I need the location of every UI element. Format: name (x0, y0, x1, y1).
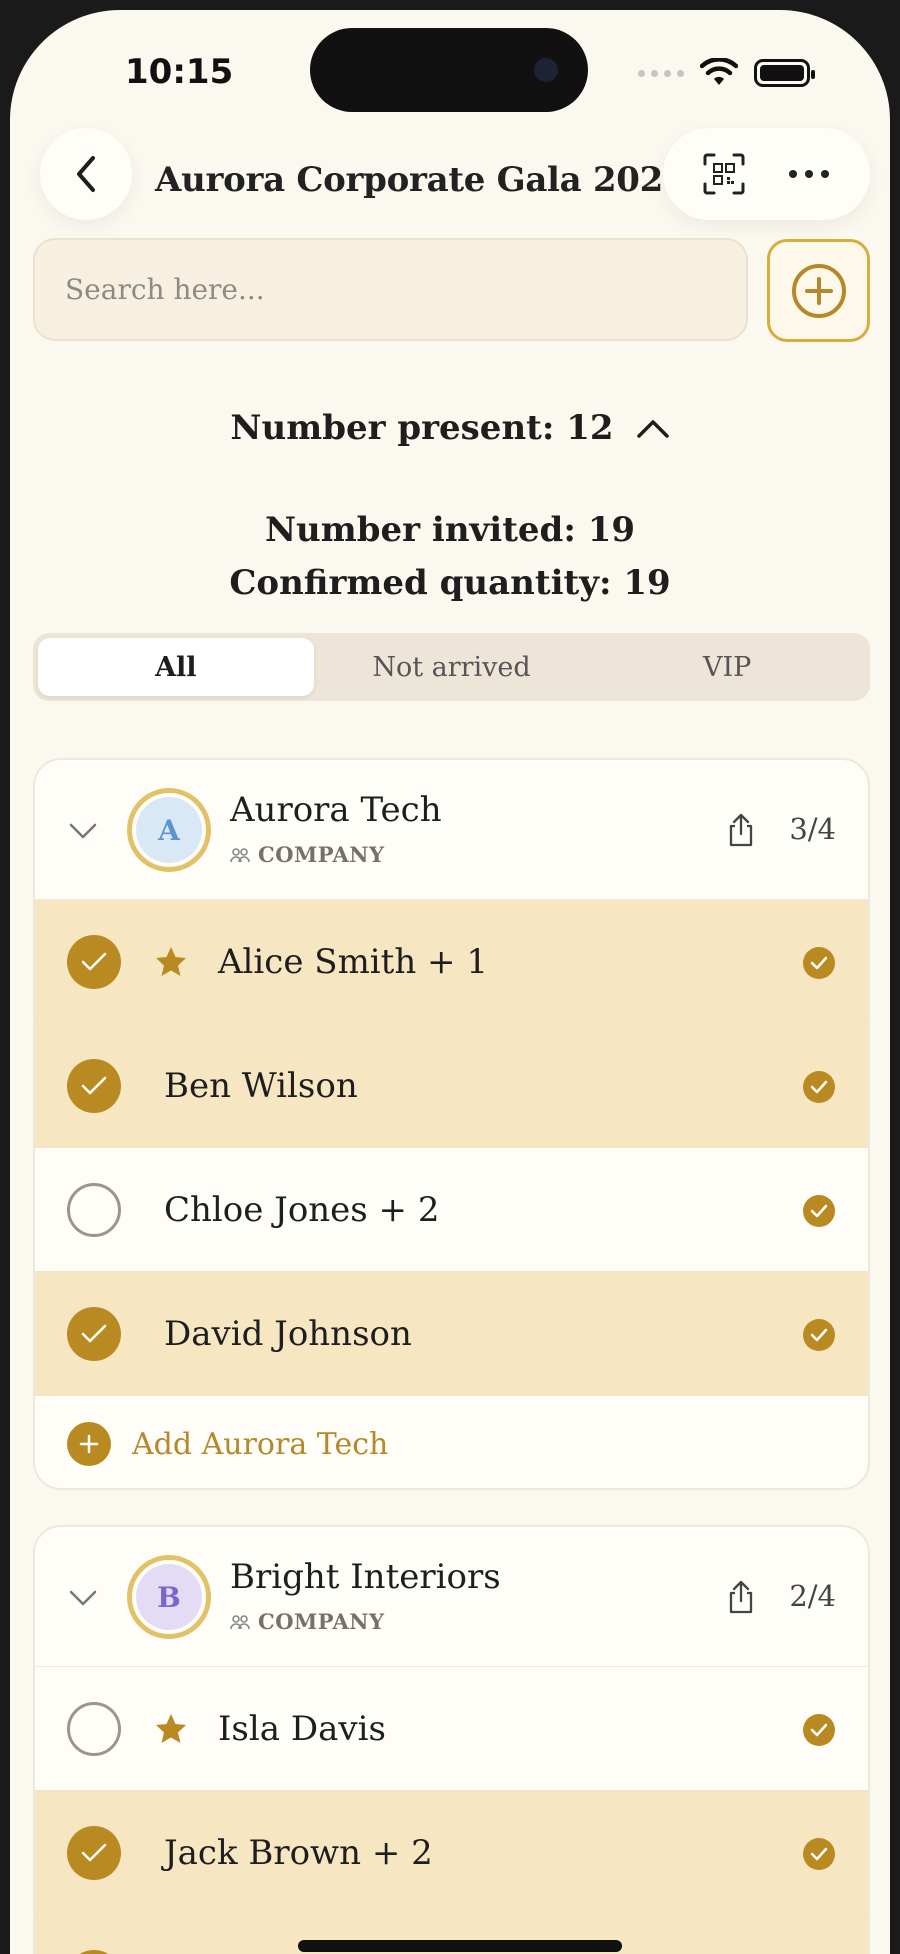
guest-row[interactable]: Jack Brown + 2 (35, 1791, 868, 1915)
group-type-label: COMPANY (258, 842, 385, 867)
group-avatar-initial: B (136, 1564, 202, 1630)
arrival-checkbox[interactable] (67, 1307, 121, 1361)
more-horizontal-icon (789, 170, 830, 178)
present-count: Number present: 12 (230, 408, 614, 448)
group-type: COMPANY (230, 842, 385, 867)
search-input[interactable] (33, 238, 748, 341)
group-attendance-count: 2/4 (789, 1579, 836, 1613)
plus-icon (67, 1422, 111, 1466)
checkmark-icon (81, 1324, 107, 1343)
confirmed-count: Confirmed quantity: 19 (229, 563, 671, 603)
share-icon[interactable] (723, 812, 759, 848)
arrival-checkbox[interactable] (67, 1950, 121, 1954)
group-avatar: B (127, 1555, 211, 1639)
dynamic-island (310, 28, 588, 112)
phone-screen: 10:15 Aurora Corporate Gala 2026 Search … (0, 0, 900, 1954)
guest-row[interactable]: Ben Wilson (35, 1024, 868, 1148)
qr-scan-button[interactable] (699, 149, 749, 199)
vip-star-icon (156, 1714, 186, 1743)
guest-row[interactable]: Isla Davis (35, 1667, 868, 1791)
confirmed-check-icon (803, 1195, 835, 1227)
guest-name: Chloe Jones + 2 (164, 1190, 440, 1230)
add-guest-button[interactable] (767, 239, 870, 342)
more-options-button[interactable] (784, 149, 834, 199)
signal-icon (638, 69, 684, 77)
arrival-checkbox[interactable] (67, 935, 121, 989)
invited-count: Number invited: 19 (264, 510, 636, 550)
group-name: Aurora Tech (230, 790, 442, 830)
chevron-up-icon (636, 420, 669, 438)
group-avatar: A (127, 788, 211, 872)
checkmark-icon (81, 1076, 107, 1095)
status-icons (638, 58, 815, 88)
guest-name: Isla Davis (218, 1709, 386, 1749)
group-type-label: COMPANY (258, 1609, 385, 1634)
confirmed-check-icon (803, 1714, 835, 1746)
group-card-aurora-tech: A Aurora Tech COMPANY 3/4 Alice Smith + … (33, 758, 870, 1490)
guest-row[interactable]: Chloe Jones + 2 (35, 1148, 868, 1272)
arrival-checkbox[interactable] (67, 1702, 121, 1756)
chevron-down-icon[interactable] (67, 1582, 99, 1614)
checkmark-icon (81, 952, 107, 971)
status-time: 10:15 (125, 52, 234, 92)
confirmed-check-icon (803, 1838, 835, 1870)
arrival-checkbox[interactable] (67, 1826, 121, 1880)
guest-name: Alice Smith + 1 (218, 942, 488, 982)
home-indicator (298, 1940, 622, 1952)
tab-all[interactable]: All (38, 638, 314, 696)
add-to-group-label: Add Aurora Tech (132, 1427, 389, 1462)
tab-not-arrived[interactable]: Not arrived (314, 638, 590, 696)
guest-name: David Johnson (164, 1314, 412, 1354)
group-header[interactable]: A Aurora Tech COMPANY 3/4 (35, 760, 868, 900)
guest-name: Jack Brown + 2 (164, 1833, 433, 1873)
confirmed-check-icon (803, 1319, 835, 1351)
tab-vip[interactable]: VIP (589, 638, 865, 696)
group-attendance-count: 3/4 (789, 812, 836, 846)
people-icon (230, 1614, 250, 1629)
checkmark-icon (81, 1843, 107, 1862)
group-card-bright-interiors: B Bright Interiors COMPANY 2/4 Isla Davi… (33, 1525, 870, 1954)
arrival-checkbox[interactable] (67, 1183, 121, 1237)
header-actions (663, 128, 870, 220)
chevron-left-icon (77, 156, 95, 192)
page-title: Aurora Corporate Gala 2026 (155, 160, 687, 200)
share-icon[interactable] (723, 1579, 759, 1615)
guest-name: Ben Wilson (164, 1066, 358, 1106)
group-type: COMPANY (230, 1609, 385, 1634)
back-button[interactable] (40, 128, 132, 220)
battery-icon (754, 59, 815, 87)
chevron-down-icon[interactable] (67, 815, 99, 847)
wifi-icon (700, 58, 738, 85)
guest-row[interactable]: Alice Smith + 1 (35, 900, 868, 1024)
plus-circle-icon (791, 263, 846, 318)
present-summary-toggle[interactable]: Number present: 12 (10, 408, 890, 448)
people-icon (230, 847, 250, 862)
confirmed-check-icon (803, 1071, 835, 1103)
qr-scan-icon (703, 153, 745, 195)
arrival-checkbox[interactable] (67, 1059, 121, 1113)
group-name: Bright Interiors (230, 1557, 501, 1597)
guest-row[interactable]: David Johnson (35, 1272, 868, 1396)
filter-tabs: All Not arrived VIP (33, 633, 870, 701)
group-header[interactable]: B Bright Interiors COMPANY 2/4 (35, 1527, 868, 1667)
group-avatar-initial: A (136, 797, 202, 863)
confirmed-check-icon (803, 947, 835, 979)
vip-star-icon (156, 947, 186, 976)
add-to-group-button[interactable]: Add Aurora Tech (35, 1396, 868, 1488)
